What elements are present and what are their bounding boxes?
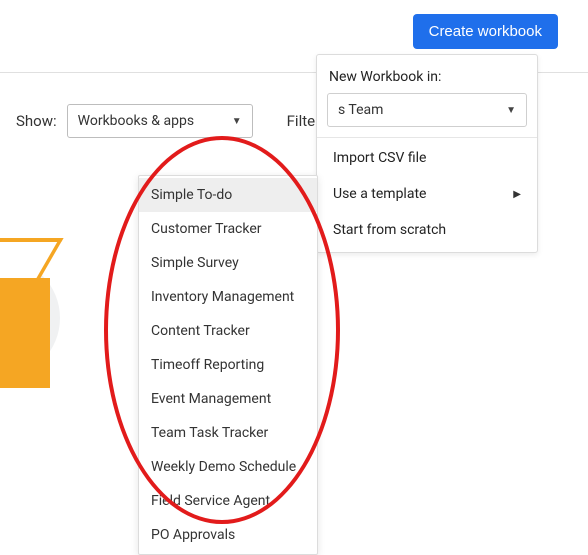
use-template-label: Use a template [333,186,426,202]
show-select-value: Workbooks & apps [78,113,194,129]
team-select-value: s Team [338,102,383,118]
show-select[interactable]: Workbooks & apps ▼ [67,104,253,138]
create-workbook-button[interactable]: Create workbook [413,14,558,49]
panel-divider [317,137,537,138]
team-select[interactable]: s Team ▼ [327,93,527,127]
chevron-right-icon: ▶ [513,189,521,200]
template-item-simple-to-do[interactable]: Simple To-do [139,178,317,212]
template-item-field-service-agent[interactable]: Field Service Agent [139,484,317,518]
create-workbook-panel: New Workbook in: s Team ▼ Import CSV fil… [316,54,538,253]
template-item-timeoff-reporting[interactable]: Timeoff Reporting [139,348,317,382]
new-workbook-heading: New Workbook in: [317,65,537,91]
template-item-po-approvals[interactable]: PO Approvals [139,518,317,552]
template-item-weekly-demo-schedule[interactable]: Weekly Demo Schedule [139,450,317,484]
template-item-content-tracker[interactable]: Content Tracker [139,314,317,348]
template-item-team-task-tracker[interactable]: Team Task Tracker [139,416,317,450]
import-csv-item[interactable]: Import CSV file [317,140,537,176]
chevron-down-icon: ▼ [232,116,242,127]
show-label: Show: [16,112,57,130]
template-item-inventory-management[interactable]: Inventory Management [139,280,317,314]
box-illustration [0,238,60,398]
start-from-scratch-label: Start from scratch [333,222,446,238]
template-submenu: Simple To-do Customer Tracker Simple Sur… [138,175,318,555]
chevron-down-icon: ▼ [506,105,516,116]
import-csv-label: Import CSV file [333,150,426,166]
template-item-simple-survey[interactable]: Simple Survey [139,246,317,280]
template-item-event-management[interactable]: Event Management [139,382,317,416]
filter-label: Filte [287,112,315,130]
use-template-item[interactable]: Use a template ▶ [317,176,537,212]
template-item-customer-tracker[interactable]: Customer Tracker [139,212,317,246]
start-from-scratch-item[interactable]: Start from scratch [317,212,537,248]
